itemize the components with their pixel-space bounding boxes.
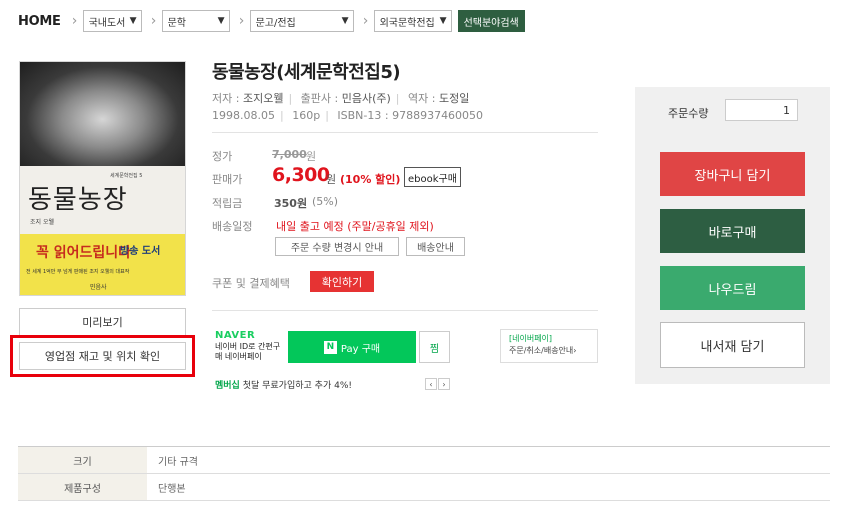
chevron-down-icon: ▼ — [341, 16, 349, 26]
coupon-label: 쿠폰 및 결제혜택 — [212, 277, 290, 290]
translator-link[interactable]: 도정일 — [439, 92, 469, 105]
chevron-right-icon: › — [71, 13, 78, 29]
spec-value: 단행본 — [158, 483, 186, 495]
naver-logo: NAVER — [215, 330, 256, 341]
cover-title: 동물농장 — [28, 185, 128, 215]
home-link[interactable]: HOME — [18, 14, 61, 29]
cover-series: 세계문학전집 5 — [110, 173, 143, 179]
qty-input[interactable]: 1 — [725, 99, 798, 121]
chevron-right-icon: › — [238, 13, 245, 29]
list-price-unit: 원 — [306, 150, 317, 163]
product-credits: 저자 : 조지오웰 | 출판사 : 민음사(주) | 역자 : 도정일 — [212, 92, 470, 105]
author-photo — [20, 62, 185, 166]
points-label: 적립금 — [212, 197, 243, 210]
discount-rate: (10% 할인) — [340, 173, 401, 186]
naver-pay-info[interactable]: [네이버페이] 주문/취소/배송안내› — [500, 329, 598, 363]
naver-n-icon: N — [323, 340, 337, 354]
publisher-link[interactable]: 민음사(주) — [342, 92, 391, 105]
cover-publisher: 민음사 — [90, 284, 107, 291]
spec-label: 크기 — [18, 447, 147, 473]
preview-button[interactable]: 미리보기 — [19, 308, 186, 336]
cover-caption: 전 세계 1억만 부 넘게 판매된 조지 오웰의 대표작 — [26, 269, 130, 275]
spec-table: 크기 기타 규격 제품구성 단행본 — [18, 446, 830, 501]
divider — [212, 310, 598, 311]
product-meta: 1998.08.05 | 160p | ISBN-13 : 978893746005… — [212, 109, 484, 122]
cover-promo-band: 꼭 읽어드립니다 방송 도서 전 세계 1억만 부 넘게 판매된 조지 오웰의 … — [20, 234, 185, 295]
add-to-library-button[interactable]: 내서재 담기 — [660, 322, 805, 368]
coupon-check-button[interactable]: 확인하기 — [310, 271, 374, 292]
sale-price: 6,300 — [272, 164, 330, 186]
category-select-1[interactable]: 국내도서 ▼ — [82, 10, 142, 32]
author-link[interactable]: 조지오웰 — [243, 92, 283, 105]
shipping-schedule: 내일 출고 예정 (주말/공휴일 제외) — [276, 220, 434, 233]
product-title: 동물농장(세계문학전집5) — [212, 62, 401, 83]
cover-author: 조지 오웰 — [30, 219, 54, 226]
add-to-cart-button[interactable]: 장바구니 담기 — [660, 152, 805, 196]
spec-value: 기타 규격 — [158, 456, 198, 468]
sale-price-label: 판매가 — [212, 173, 243, 186]
highlight-box — [10, 335, 195, 377]
list-price-label: 정가 — [212, 150, 233, 163]
chevron-right-icon: › — [150, 13, 157, 29]
book-cover[interactable]: 세계문학전집 5 동물농장 조지 오웰 꼭 읽어드립니다 방송 도서 전 세계 … — [19, 61, 186, 296]
now-dream-button[interactable]: 나우드림 — [660, 266, 805, 310]
buy-now-button[interactable]: 바로구매 — [660, 209, 805, 253]
spec-label: 제품구성 — [18, 474, 147, 500]
chevron-down-icon: ▼ — [129, 16, 137, 26]
category-select-3[interactable]: 문고/전집 ▼ — [249, 10, 354, 32]
naver-pay-text: 네이버 ID로 간편구매 네이버페이 — [215, 342, 281, 361]
category-search-button[interactable]: 선택분야검색 — [457, 10, 525, 32]
promo-pager: ‹ › — [425, 378, 451, 390]
table-row: 크기 기타 규격 — [18, 447, 830, 474]
shipping-info-button[interactable]: 배송안내 — [406, 237, 465, 256]
next-icon[interactable]: › — [438, 378, 450, 390]
list-price: 7,000 — [272, 148, 307, 161]
divider — [212, 132, 598, 133]
wishlist-button[interactable]: 찜 — [419, 331, 450, 363]
membership-promo[interactable]: 멤버십 첫달 무료가입하고 추가 4%! — [215, 378, 352, 391]
breadcrumb: HOME › 국내도서 ▼ › 문학 ▼ › 문고/전집 ▼ › 외국문학전집 ▼ 선택… — [18, 10, 525, 32]
naver-pay-button[interactable]: N Pay 구매 — [288, 331, 416, 363]
cover-badge-side: 방송 도서 — [120, 246, 161, 257]
shipping-label: 배송일정 — [212, 220, 253, 233]
prev-icon[interactable]: ‹ — [425, 378, 437, 390]
qty-label: 주문수량 — [668, 107, 709, 120]
points-percent: (5%) — [312, 195, 339, 208]
qty-change-notice-button[interactable]: 주문 수량 변경시 안내 — [275, 237, 399, 256]
category-select-2[interactable]: 문학 ▼ — [161, 10, 230, 32]
ebook-buy-button[interactable]: ebook구매 — [404, 167, 461, 187]
order-panel: 주문수량 1 장바구니 담기 바로구매 나우드림 내서재 담기 — [635, 87, 830, 384]
points-value: 350원 — [274, 197, 308, 210]
category-select-4[interactable]: 외국문학전집 ▼ — [373, 10, 452, 32]
cover-badge-main: 꼭 읽어드립니다 — [36, 245, 132, 261]
table-row: 제품구성 단행본 — [18, 474, 830, 501]
sale-price-unit: 원 — [326, 173, 337, 186]
chevron-down-icon: ▼ — [217, 16, 225, 26]
chevron-right-icon: › — [362, 13, 369, 29]
chevron-down-icon: ▼ — [439, 16, 447, 26]
